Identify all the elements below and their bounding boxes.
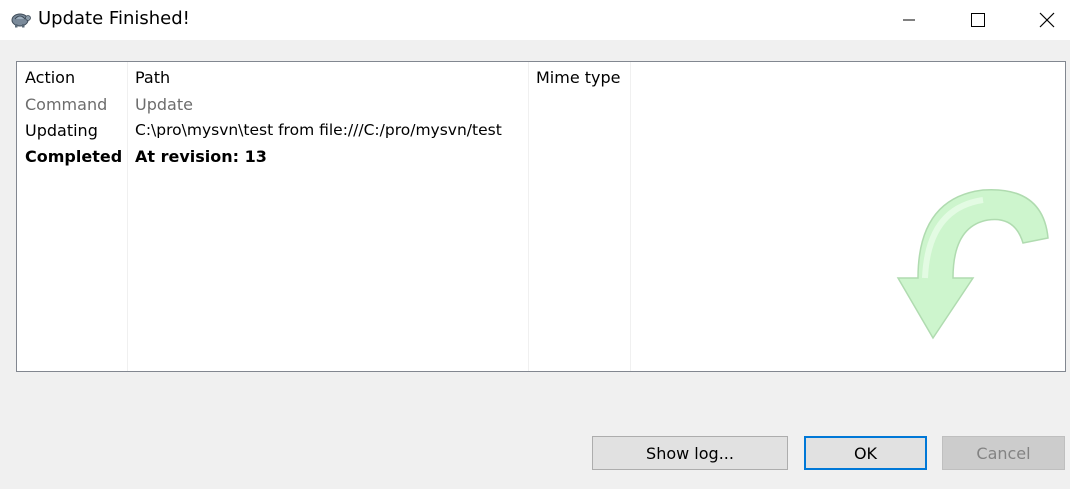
show-log-button[interactable]: Show log...: [592, 436, 788, 470]
column-header-mime-type[interactable]: Mime type: [536, 68, 621, 87]
row-action: Completed: [25, 147, 123, 166]
row-action: Command: [25, 95, 108, 114]
row-path: At revision: 13: [135, 147, 267, 166]
ok-button[interactable]: OK: [804, 436, 927, 470]
row-path: Update: [135, 95, 193, 114]
column-separator: [127, 62, 128, 371]
column-header-action[interactable]: Action: [25, 68, 75, 87]
close-button[interactable]: [1024, 0, 1070, 40]
tortoise-icon: [9, 9, 31, 29]
maximize-button[interactable]: [955, 0, 1001, 40]
maximize-icon: [970, 12, 986, 28]
update-results-list[interactable]: Action Path Mime type Command Update Upd…: [16, 61, 1066, 372]
close-icon: [1039, 12, 1055, 28]
cancel-button[interactable]: Cancel: [942, 436, 1065, 470]
column-separator: [630, 62, 631, 371]
minimize-icon: [902, 13, 916, 27]
row-path: C:\pro\mysvn\test from file:///C:/pro/my…: [135, 121, 502, 139]
column-separator: [528, 62, 529, 371]
title-bar: Update Finished!: [0, 0, 1070, 40]
window-title: Update Finished!: [38, 8, 190, 29]
row-action: Updating: [25, 121, 98, 140]
update-arrow-icon: [873, 178, 1053, 367]
minimize-button[interactable]: [886, 0, 932, 40]
column-header-path[interactable]: Path: [135, 68, 170, 87]
